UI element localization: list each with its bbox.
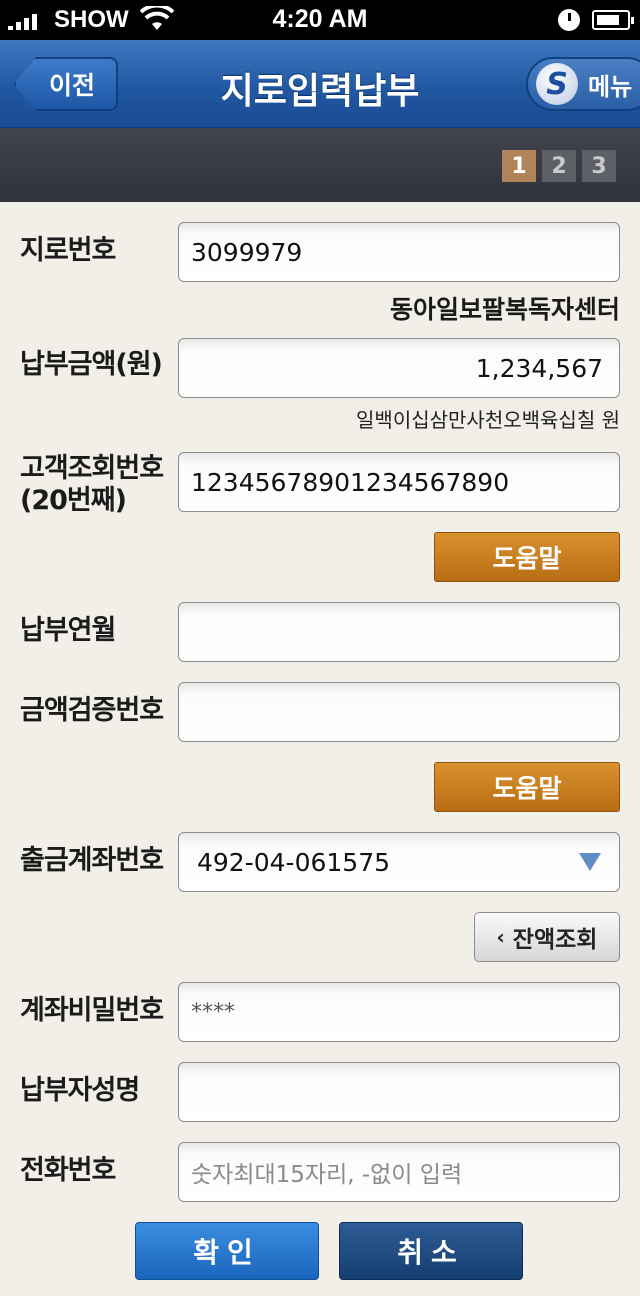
pay-month-field[interactable] (178, 602, 620, 662)
status-bar: SHOW 4:20 AM (0, 0, 640, 40)
amount-in-words: 일백이십삼만사천오백육십칠 원 (356, 408, 620, 432)
giro-number-field[interactable]: 3099979 (178, 222, 620, 282)
customer-ref-sublabel: (20번째) (20, 485, 127, 516)
balance-inquiry-label: 잔액조회 (512, 927, 598, 953)
step-3: 3 (582, 150, 616, 182)
account-select[interactable]: 492-04-061575 (178, 832, 620, 892)
amount-verify-field[interactable] (178, 682, 620, 742)
step-2: 2 (542, 150, 576, 182)
menu-button[interactable]: S 메뉴 (526, 57, 640, 111)
status-time: 4:20 AM (272, 5, 368, 33)
customer-ref-field[interactable]: 12345678901234567890 (178, 452, 620, 512)
step-1: 1 (502, 150, 536, 182)
customer-ref-label: 고객조회번호 (20, 453, 164, 484)
alarm-icon (558, 9, 580, 31)
phone-field[interactable]: 숫자최대15자리, -없이 입력 (178, 1142, 620, 1202)
payer-name-label: 납부자성명 (20, 1075, 140, 1106)
nav-bar: 이전 지로입력납부 S 메뉴 (0, 40, 640, 128)
dropdown-arrow-icon (579, 853, 601, 871)
step-indicator: 1 2 3 (0, 128, 640, 202)
confirm-button[interactable]: 확인 (135, 1222, 319, 1280)
recipient-name: 동아일보팔복독자센터 (389, 295, 620, 324)
password-label: 계좌비밀번호 (20, 995, 164, 1026)
amount-label: 납부금액(원) (20, 349, 163, 380)
payer-name-field[interactable] (178, 1062, 620, 1122)
menu-label: 메뉴 (588, 72, 633, 101)
amount-verify-label: 금액검증번호 (20, 695, 164, 726)
pay-month-label: 납부연월 (20, 615, 116, 646)
help-button-2[interactable]: 도움말 (434, 762, 620, 812)
phone-label: 전화번호 (20, 1155, 116, 1186)
giro-number-label: 지로번호 (20, 235, 116, 266)
password-field[interactable]: **** (178, 982, 620, 1042)
balance-inquiry-button[interactable]: ‹ 잔액조회 (474, 912, 620, 962)
battery-icon (592, 10, 634, 30)
help-button-1[interactable]: 도움말 (434, 532, 620, 582)
bank-logo-icon: S (536, 63, 578, 105)
account-value: 492-04-061575 (197, 847, 391, 877)
amount-field[interactable]: 1,234,567 (178, 338, 620, 398)
cancel-button[interactable]: 취소 (339, 1222, 523, 1280)
chevron-left-icon: ‹ (496, 925, 505, 949)
account-label: 출금계좌번호 (20, 845, 164, 876)
